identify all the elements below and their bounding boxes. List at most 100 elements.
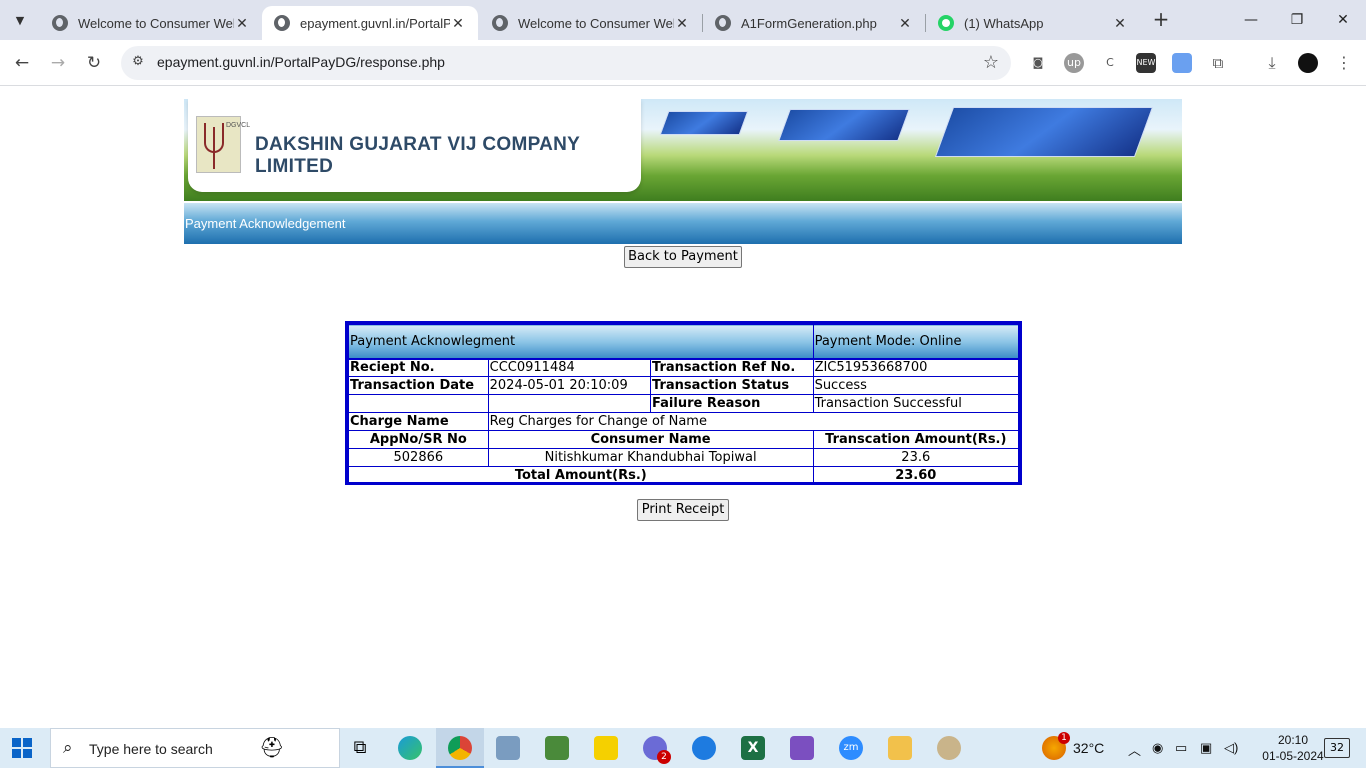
download-icon[interactable]: ⤓ [1262,53,1282,73]
tray-chevron-icon[interactable]: ︿ [1128,740,1141,759]
minimize-icon[interactable]: — [1236,8,1266,32]
restore-icon[interactable]: ❐ [1282,8,1312,32]
windows-start-icon[interactable] [12,738,32,758]
profile-avatar-icon[interactable] [1298,53,1318,73]
bookmark-star-icon[interactable]: ☆ [983,52,999,73]
failure-reason-label: Failure Reason [650,394,814,413]
zoom-icon[interactable]: zm [839,736,863,760]
camera-tray-icon[interactable]: ◉ [1152,740,1163,756]
teams-badge: 2 [657,750,671,764]
url-text[interactable]: epayment.guvnl.in/PortalPayDG/response.p… [157,54,445,70]
tab-title: (1) WhatsApp [964,15,1044,31]
notification-center-icon[interactable]: 32 [1324,738,1350,758]
site-info-icon[interactable]: ⚙ [129,54,147,72]
browser-menu-icon[interactable]: ⋮ [1334,53,1354,73]
table-row: Reciept No. CCC0911484 Transaction Ref N… [348,358,1020,377]
globe-icon [715,15,731,31]
close-window-icon[interactable]: ✕ [1328,8,1358,32]
receipt-no-label: Reciept No. [348,358,489,377]
tab-title: A1FormGeneration.php [741,15,877,31]
tab-title: Welcome to Consumer Web [518,15,674,31]
tab-title: epayment.guvnl.in/PortalPay [300,15,450,31]
tab-close-icon[interactable]: ✕ [234,15,250,32]
forward-arrow-icon[interactable]: → [46,51,70,75]
tab-close-icon[interactable]: ✕ [450,15,466,32]
weather-badge: 1 [1058,732,1070,744]
txn-status-label: Transaction Status [650,376,814,395]
taskbar-search-box[interactable]: ⌕ Type here to search ⛑ [50,728,340,768]
solar-panel-image [934,107,1154,157]
tab-a1formgeneration[interactable]: A1FormGeneration.php ✕ [703,6,925,40]
file-explorer-icon[interactable] [888,736,912,760]
sticky-notes-icon[interactable] [594,736,618,760]
col-app-no: AppNo/SR No [348,430,489,449]
total-value: 23.60 [812,466,1020,485]
visual-studio-icon[interactable] [790,736,814,760]
clock-date: 01-05-2024 [1262,749,1324,763]
globe-icon [274,15,290,31]
clock-time: 20:10 [1277,733,1309,747]
taskbar-clock[interactable]: 20:10 01-05-2024 [1262,732,1324,764]
dgvcl-logo: DGVCL [196,116,251,173]
solar-panel-image [778,109,910,141]
consumer-name-value: Nitishkumar Khandubhai Topiwal [487,448,814,467]
tab-epayment[interactable]: epayment.guvnl.in/PortalPay ✕ [262,6,478,40]
search-placeholder: Type here to search [89,741,213,757]
logo-letters: DGVCL [226,122,251,129]
empty-cell [348,394,489,413]
tab-consumer-web-2[interactable]: Welcome to Consumer Web ✕ [480,6,702,40]
tab-close-icon[interactable]: ✕ [897,15,913,32]
extension-blue-icon[interactable] [1172,53,1192,73]
paint-icon[interactable] [937,736,961,760]
txn-date-value: 2024-05-01 20:10:09 [487,376,652,395]
col-consumer-name: Consumer Name [487,430,814,449]
txn-date-label: Transaction Date [348,376,489,395]
receipt-heading: Payment Acknowlegment [348,324,814,360]
weather-temperature[interactable]: 32°C [1073,740,1104,756]
tab-whatsapp[interactable]: (1) WhatsApp ✕ [926,6,1140,40]
tab-close-icon[interactable]: ✕ [674,15,690,32]
search-highlight-icon: ⛑ [259,735,285,759]
extensions-puzzle-icon[interactable]: ⧉ [1208,53,1228,73]
chrome-icon[interactable] [448,736,472,760]
receipt-table: Payment Acknowlegment Payment Mode: Onli… [345,321,1022,485]
excel-icon[interactable]: X [741,736,765,760]
txn-ref-label: Transaction Ref No. [650,358,814,377]
failure-reason-value: Transaction Successful [812,394,1020,413]
receipt-header-row: Payment Acknowlegment Payment Mode: Onli… [348,324,1020,360]
txn-status-value: Success [812,376,1020,395]
extension-up-icon[interactable]: up [1064,53,1084,73]
charge-name-label: Charge Name [348,412,489,431]
edge-icon[interactable] [398,736,422,760]
camera-extension-icon[interactable]: ◙ [1028,53,1048,73]
payment-mode: Payment Mode: Online [812,324,1020,360]
tab-search-chevron-icon[interactable]: ▼ [8,8,32,32]
page-title-bar: Payment Acknowledgement [184,203,1182,244]
tab-close-icon[interactable]: ✕ [1112,15,1128,32]
address-bar[interactable]: ⚙ epayment.guvnl.in/PortalPayDG/response… [121,46,1011,80]
extension-c-icon[interactable]: C [1100,53,1120,73]
solar-panel-image [659,111,749,135]
extension-new-icon[interactable]: NEW [1136,53,1156,73]
remote-desktop-icon[interactable] [692,736,716,760]
reload-icon[interactable]: ↻ [82,51,106,75]
file-app-icon[interactable] [496,736,520,760]
green-app-icon[interactable] [545,736,569,760]
col-amount: Transcation Amount(Rs.) [812,430,1020,449]
volume-tray-icon[interactable]: ◁) [1224,740,1238,756]
charge-name-value: Reg Charges for Change of Name [487,412,1020,431]
task-view-icon[interactable]: ⧉ [348,736,372,760]
globe-icon [492,15,508,31]
back-to-payment-button[interactable]: Back to Payment [624,246,742,268]
network-tray-icon[interactable]: ▣ [1200,740,1212,756]
tab-consumer-web-1[interactable]: Welcome to Consumer Web ✕ [40,6,262,40]
battery-tray-icon[interactable]: ▭ [1175,740,1187,756]
weather-icon[interactable]: 1 [1042,732,1070,760]
app-no-value: 502866 [348,448,489,467]
amount-value: 23.6 [812,448,1020,467]
new-tab-plus-icon[interactable]: + [1150,9,1172,31]
print-receipt-button[interactable]: Print Receipt [637,499,729,521]
back-arrow-icon[interactable]: ← [10,51,34,75]
table-row: Charge Name Reg Charges for Change of Na… [348,412,1020,431]
teams-icon[interactable]: 2 [643,736,671,764]
